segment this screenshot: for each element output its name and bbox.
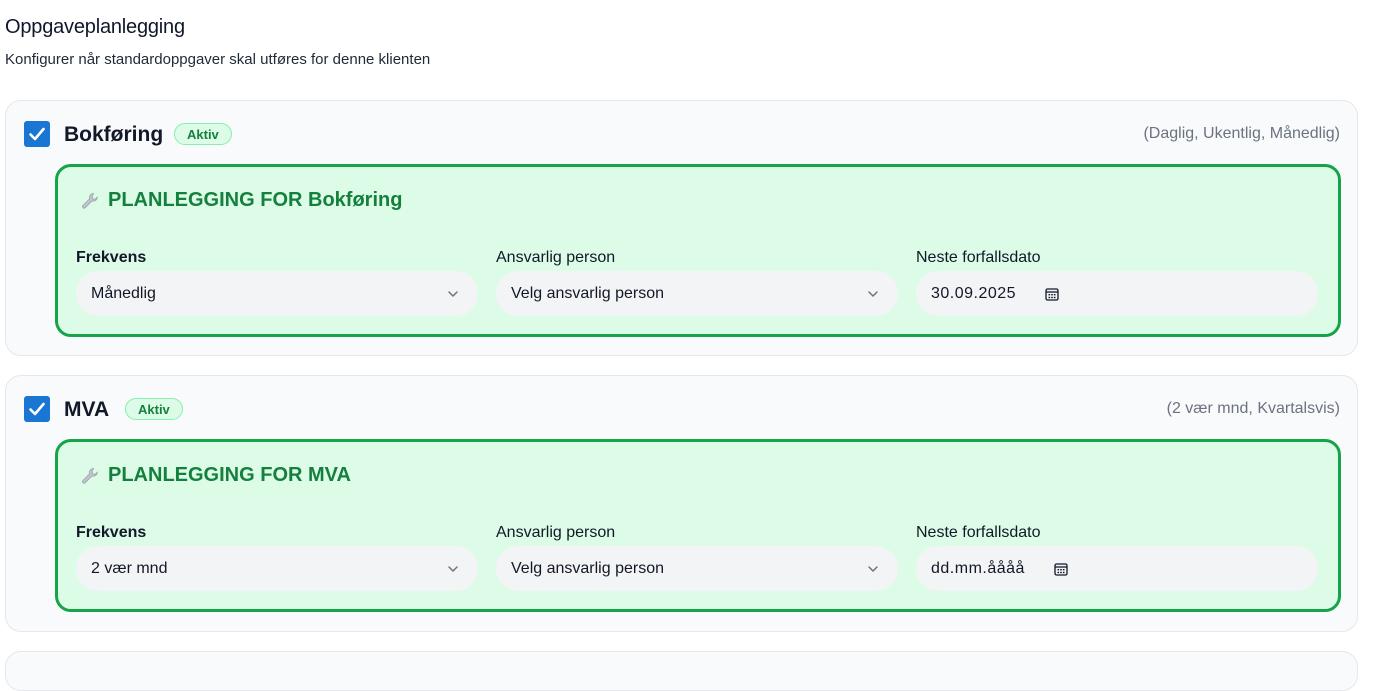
responsible-select[interactable]: Velg ansvarlig person — [496, 546, 898, 591]
responsible-label: Ansvarlig person — [496, 524, 616, 541]
calendar-icon[interactable] — [1053, 561, 1069, 577]
chevron-down-icon — [868, 291, 878, 297]
page-title: Oppgaveplanlegging — [5, 16, 185, 38]
due-date-value: dd.mm.åååå — [931, 559, 1025, 577]
frequency-summary: (2 vær mnd, Kvartalsvis) — [1166, 400, 1340, 417]
frequency-summary: (Daglig, Ukentlig, Månedlig) — [1143, 125, 1340, 142]
calendar-icon[interactable] — [1044, 286, 1060, 302]
chevron-down-icon — [448, 291, 458, 297]
frequency-label: Frekvens — [76, 524, 147, 541]
frequency-label: Frekvens — [76, 249, 147, 266]
due-date-label: Neste forfallsdato — [916, 524, 1041, 541]
task-checkbox[interactable] — [24, 121, 50, 147]
chevron-down-icon — [868, 566, 878, 572]
planning-title-text: PLANLEGGING FOR Bokføring — [108, 189, 403, 211]
task-name: Bokføring — [64, 123, 164, 146]
due-date-label: Neste forfallsdato — [916, 249, 1041, 266]
page-subtitle: Konfigurer når standardoppgaver skal utf… — [5, 51, 431, 68]
task-checkbox[interactable] — [24, 396, 50, 422]
responsible-select[interactable]: Velg ansvarlig person — [496, 271, 898, 316]
task-card-partial — [5, 651, 1358, 691]
planning-panel: PLANLEGGING FOR MVA Frekvens Ansvarlig p… — [55, 439, 1341, 612]
frequency-value: 2 vær mnd — [91, 559, 168, 577]
task-card-mva: MVA Aktiv (2 vær mnd, Kvartalsvis) PLANL… — [5, 375, 1358, 632]
planning-panel: PLANLEGGING FOR Bokføring Frekvens Ansva… — [55, 164, 1341, 337]
due-date-input[interactable]: dd.mm.åååå — [916, 546, 1318, 591]
frequency-select[interactable]: Månedlig — [76, 271, 478, 316]
status-badge: Aktiv — [125, 398, 183, 420]
due-date-value: 30.09.2025 — [931, 284, 1017, 302]
frequency-select[interactable]: 2 vær mnd — [76, 546, 478, 591]
planning-title: PLANLEGGING FOR Bokføring — [80, 189, 402, 212]
check-icon — [29, 127, 45, 141]
frequency-value: Månedlig — [91, 284, 156, 302]
planning-title: PLANLEGGING FOR MVA — [80, 464, 351, 487]
task-card-bokforing: Bokføring Aktiv (Daglig, Ukentlig, Måned… — [5, 100, 1358, 356]
status-badge: Aktiv — [174, 123, 232, 145]
responsible-value: Velg ansvarlig person — [511, 284, 664, 302]
due-date-input[interactable]: 30.09.2025 — [916, 271, 1318, 316]
task-name: MVA — [64, 398, 110, 421]
wrench-icon — [82, 467, 98, 484]
planning-title-text: PLANLEGGING FOR MVA — [108, 464, 351, 486]
chevron-down-icon — [448, 566, 458, 572]
responsible-value: Velg ansvarlig person — [511, 559, 664, 577]
check-icon — [29, 402, 45, 416]
wrench-icon — [82, 192, 98, 209]
responsible-label: Ansvarlig person — [496, 249, 616, 266]
